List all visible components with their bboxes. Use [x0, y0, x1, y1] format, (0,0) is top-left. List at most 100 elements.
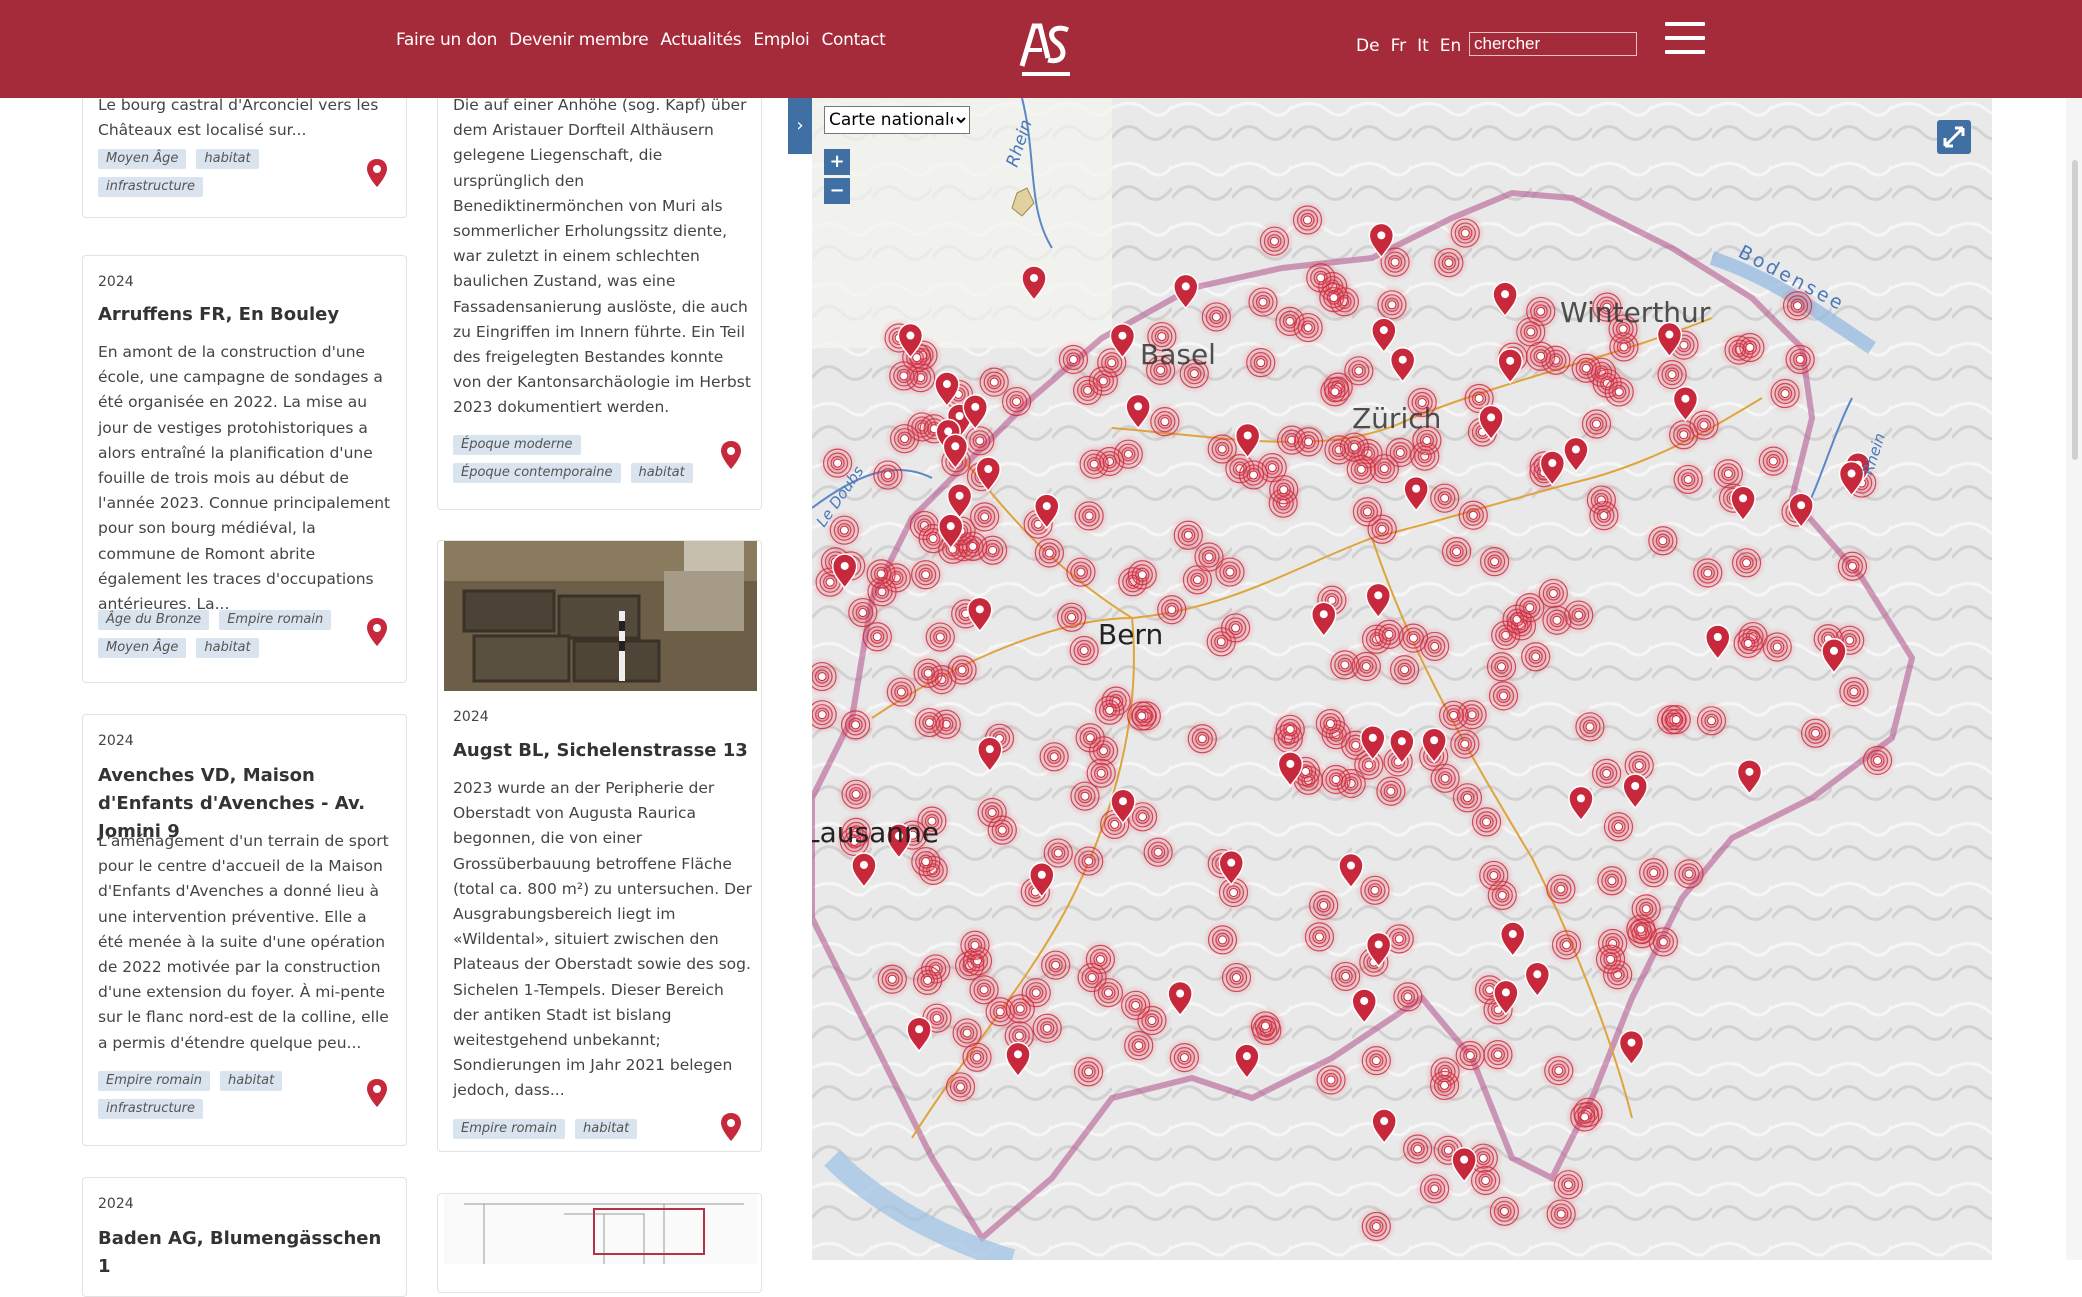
- result-card[interactable]: [437, 1193, 762, 1293]
- nav-contact[interactable]: Contact: [821, 30, 885, 50]
- map-cluster-marker[interactable]: [1314, 371, 1355, 412]
- map-cluster-marker[interactable]: [1397, 1129, 1438, 1170]
- map-cluster-marker[interactable]: [1753, 441, 1794, 482]
- map-cluster-marker[interactable]: [1540, 869, 1581, 910]
- map-cluster-marker[interactable]: [1070, 717, 1111, 758]
- card-title[interactable]: Arruffens FR, En Bouley: [98, 301, 393, 329]
- map-cluster-marker[interactable]: [1668, 853, 1709, 894]
- card-title[interactable]: Augst BL, Sichelenstrasse 13: [453, 737, 748, 765]
- result-card[interactable]: 2024 Baden AG, Blumengässchen 1: [82, 1177, 407, 1297]
- lang-de[interactable]: De: [1356, 36, 1380, 56]
- map-cluster-marker[interactable]: [1356, 1040, 1397, 1081]
- map-cluster-marker[interactable]: [872, 959, 913, 1000]
- map-cluster-marker[interactable]: [1029, 532, 1070, 573]
- map-cluster-marker[interactable]: [1668, 459, 1709, 500]
- tag[interactable]: Empire romain: [98, 1071, 210, 1091]
- map-cluster-marker[interactable]: [1536, 600, 1577, 641]
- map-cluster-marker[interactable]: [1642, 520, 1683, 561]
- map-cluster-marker[interactable]: [1436, 531, 1477, 572]
- map-cluster-marker[interactable]: [1428, 242, 1469, 283]
- map-cluster-marker[interactable]: [1687, 552, 1728, 593]
- map-cluster-marker[interactable]: [1346, 646, 1387, 687]
- map-cluster-marker[interactable]: [1780, 339, 1821, 380]
- result-card[interactable]: Die auf einer Anhöhe (sog. Kapf) über de…: [437, 60, 762, 510]
- map-cluster-marker[interactable]: [1477, 1034, 1518, 1075]
- map-cluster-marker[interactable]: [1118, 1025, 1159, 1066]
- map-cluster-marker[interactable]: [1074, 444, 1115, 485]
- map-cluster-marker[interactable]: [1538, 1050, 1579, 1091]
- tag[interactable]: habitat: [630, 463, 693, 483]
- tag[interactable]: Moyen Âge: [98, 149, 187, 169]
- tag[interactable]: habitat: [575, 1119, 638, 1139]
- map-pin-icon[interactable]: [367, 618, 387, 646]
- tag[interactable]: Empire romain: [453, 1119, 565, 1139]
- map-cluster-marker[interactable]: [1088, 972, 1129, 1013]
- map-cluster-marker[interactable]: [1466, 801, 1507, 842]
- map-cluster-marker[interactable]: [842, 592, 883, 633]
- map-cluster-marker[interactable]: [836, 774, 877, 815]
- map-cluster-marker[interactable]: [884, 418, 925, 459]
- map-cluster-marker[interactable]: [1424, 1065, 1465, 1106]
- excavation-photo[interactable]: [444, 541, 757, 691]
- tag[interactable]: Époque moderne: [453, 435, 581, 455]
- result-card[interactable]: 2024 Arruffens FR, En Bouley En amont de…: [82, 255, 407, 683]
- map-cluster-marker[interactable]: [1053, 339, 1094, 380]
- map-cluster-marker[interactable]: [1387, 976, 1428, 1017]
- map-cluster-marker[interactable]: [1311, 1059, 1352, 1100]
- map-cluster-marker[interactable]: [956, 1037, 997, 1078]
- map-cluster-marker[interactable]: [1583, 495, 1624, 536]
- map-cluster-marker[interactable]: [1857, 740, 1898, 781]
- tag[interactable]: habitat: [196, 638, 259, 658]
- map-cluster-marker[interactable]: [1633, 852, 1674, 893]
- tag[interactable]: Empire romain: [219, 610, 332, 630]
- nav-donate[interactable]: Faire un don: [396, 30, 497, 50]
- zoom-out-button[interactable]: −: [824, 178, 850, 204]
- map-cluster-marker[interactable]: [1656, 699, 1697, 740]
- tag[interactable]: infrastructure: [98, 177, 204, 197]
- tag[interactable]: Âge du Bronze: [98, 610, 210, 630]
- lang-en[interactable]: En: [1440, 36, 1462, 56]
- map-cluster-marker[interactable]: [1270, 709, 1311, 750]
- map-cluster-marker[interactable]: [1425, 758, 1466, 799]
- map-cluster-marker[interactable]: [1546, 924, 1587, 965]
- map-cluster-marker[interactable]: [1765, 373, 1806, 414]
- map-cluster-marker[interactable]: [1795, 713, 1836, 754]
- map-cluster-marker[interactable]: [1453, 495, 1494, 536]
- map-cluster-marker[interactable]: [1215, 607, 1256, 648]
- map-cluster-marker[interactable]: [1233, 454, 1274, 495]
- map-cluster-marker[interactable]: [1122, 554, 1163, 595]
- map-cluster-marker[interactable]: [1299, 916, 1340, 957]
- zoom-in-button[interactable]: +: [824, 149, 850, 175]
- map-cluster-marker[interactable]: [1474, 541, 1515, 582]
- map-cluster-marker[interactable]: [920, 617, 961, 658]
- map-cluster-marker[interactable]: [1515, 636, 1556, 677]
- nav-news[interactable]: Actualités: [660, 30, 741, 50]
- map-pin-icon[interactable]: [721, 441, 741, 469]
- map-cluster-marker[interactable]: [1726, 542, 1767, 583]
- map-cluster-marker[interactable]: [1354, 870, 1395, 911]
- map-cluster-marker[interactable]: [1626, 888, 1667, 929]
- map-cluster-marker[interactable]: [1833, 671, 1874, 712]
- map-cluster-marker[interactable]: [1663, 414, 1704, 455]
- site-logo[interactable]: [1018, 20, 1074, 82]
- map-cluster-marker[interactable]: [1483, 675, 1524, 716]
- map-cluster-marker[interactable]: [1586, 753, 1627, 794]
- tag[interactable]: Moyen Âge: [98, 638, 187, 658]
- map-cluster-marker[interactable]: [1288, 307, 1329, 348]
- map-cluster-marker[interactable]: [1473, 855, 1514, 896]
- card-title[interactable]: Baden AG, Blumengässchen 1: [98, 1225, 393, 1281]
- map-cluster-marker[interactable]: [1520, 336, 1561, 377]
- map-cluster-marker[interactable]: [1576, 404, 1617, 445]
- map-cluster-marker[interactable]: [835, 704, 876, 745]
- result-card[interactable]: 2024 Avenches VD, Maison d'Enfants d'Ave…: [82, 714, 407, 1146]
- site-plan-image[interactable]: [444, 1194, 757, 1264]
- map-cluster-marker[interactable]: [867, 455, 908, 496]
- search-input[interactable]: [1469, 32, 1637, 56]
- map-pin-icon[interactable]: [721, 1113, 741, 1141]
- map-cluster-marker[interactable]: [1168, 515, 1209, 556]
- map-cluster-marker[interactable]: [1599, 371, 1640, 412]
- nav-membership[interactable]: Devenir membre: [509, 30, 649, 50]
- map-cluster-marker[interactable]: [1068, 1051, 1109, 1092]
- map-cluster-marker[interactable]: [1356, 1206, 1397, 1247]
- tag[interactable]: habitat: [220, 1071, 283, 1091]
